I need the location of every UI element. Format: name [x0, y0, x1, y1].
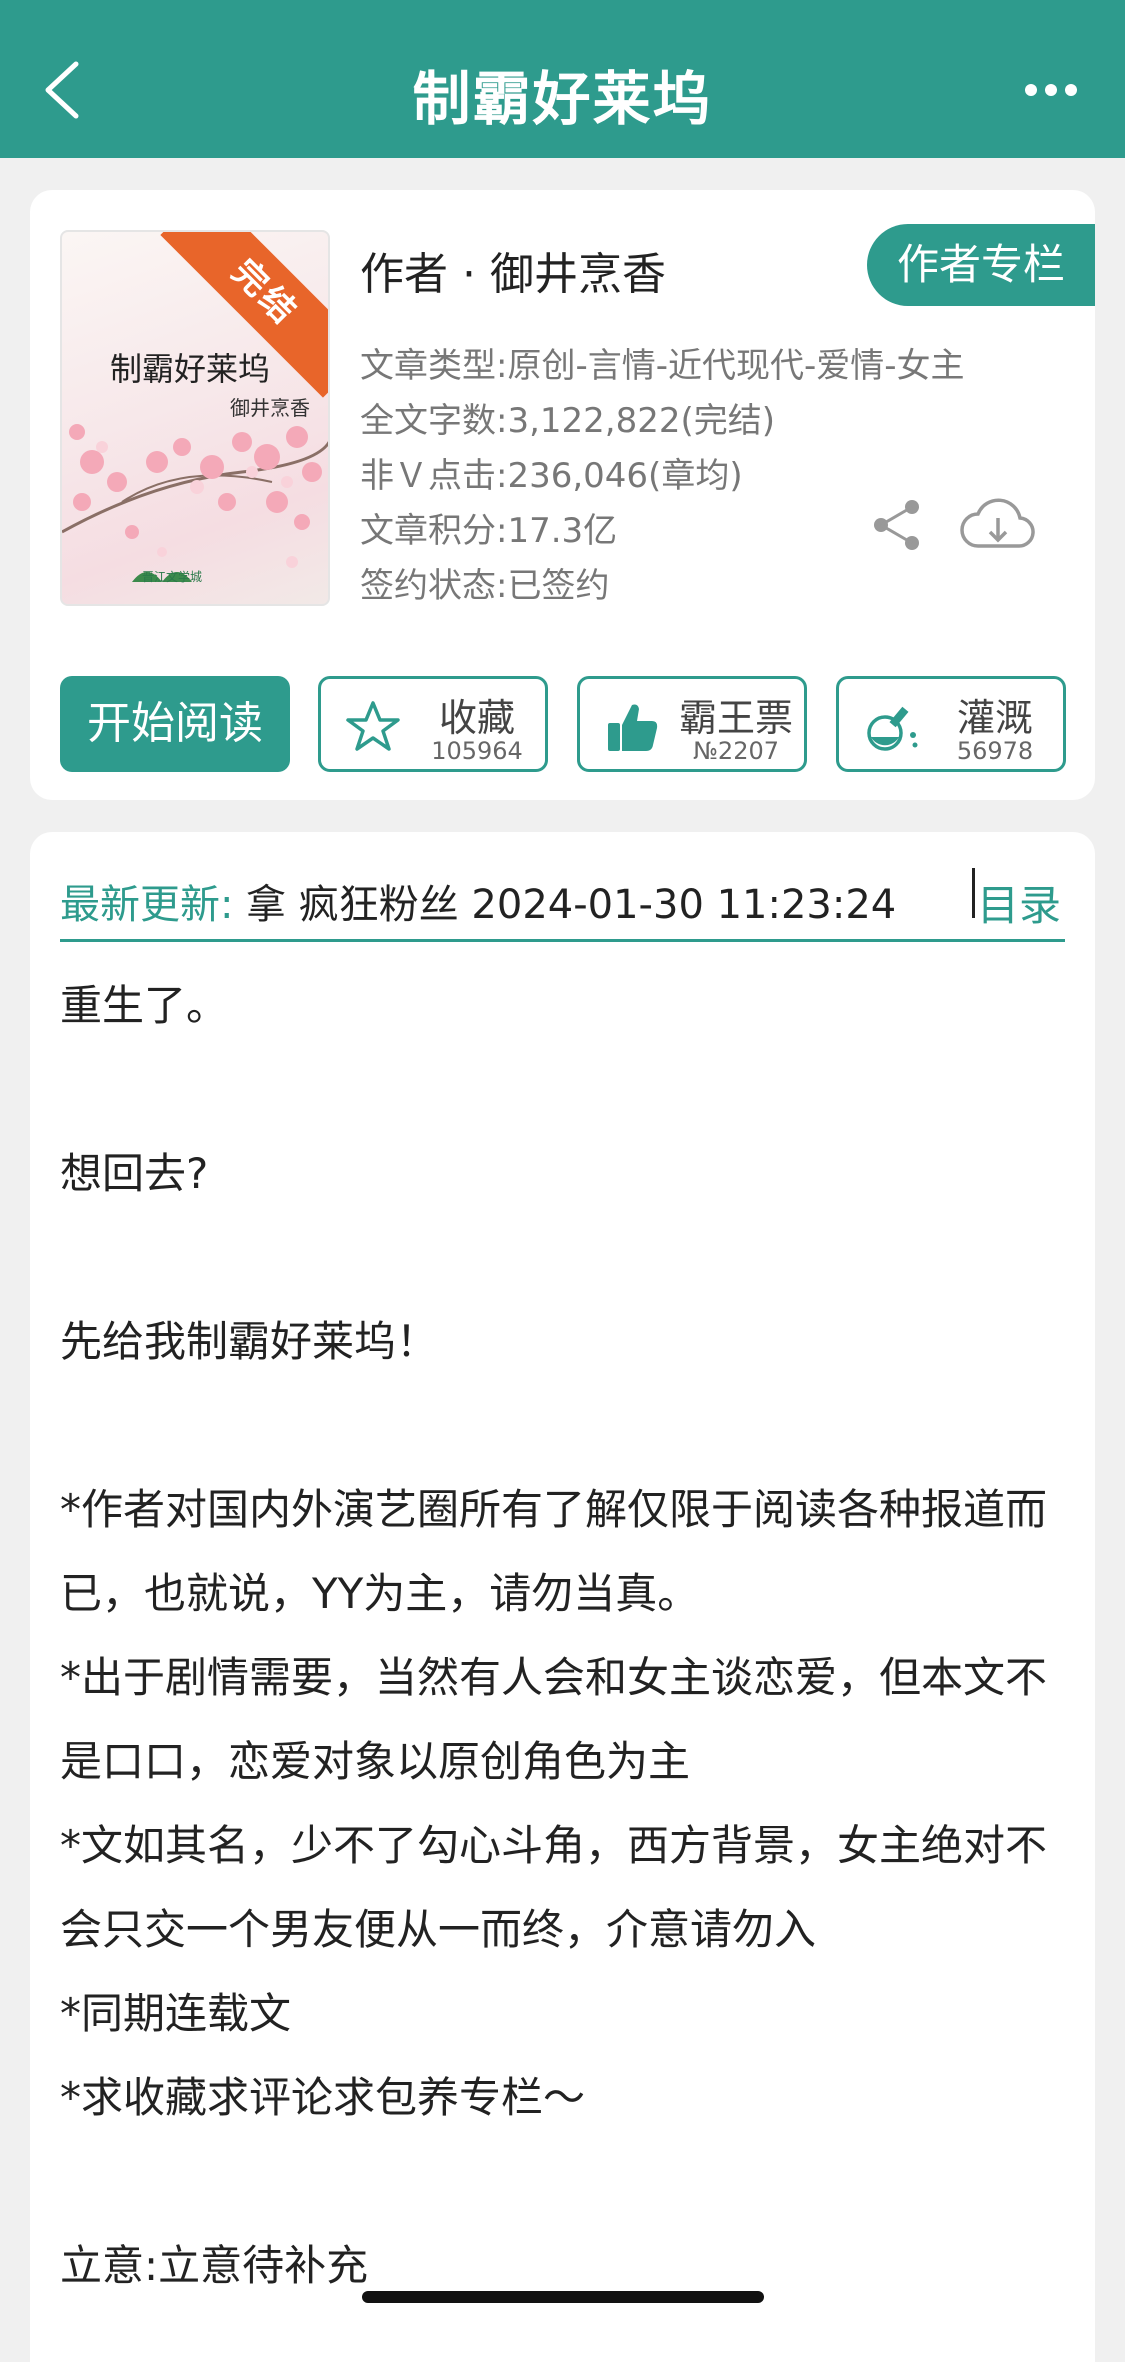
- cover-author: 御井烹香: [230, 396, 310, 420]
- synopsis-card: 最新更新: 拿 疯狂粉丝 2024-01-30 11:23:24 目录 重生了。…: [30, 832, 1095, 2362]
- meta-word-count: 全文字数:3,122,822(完结): [360, 401, 776, 441]
- synopsis-paragraph: 先给我制霸好莱坞！: [60, 1317, 439, 1366]
- latest-update-label: 最新更新:: [60, 882, 234, 928]
- favorite-label: 收藏: [438, 696, 515, 740]
- meta-article-type: 文章类型:原创-言情-近代现代-爱情-女主: [360, 346, 965, 386]
- synopsis-paragraph: [60, 1384, 1065, 1468]
- synopsis-paragraph: *文如其名，少不了勾心斗角，西方背景，女主绝对不会只交一个男友便从一而终，介意请…: [60, 1821, 1048, 1954]
- synopsis-paragraph: 想回去?: [60, 1149, 209, 1198]
- synopsis-paragraph: 重生了。: [60, 981, 229, 1030]
- synopsis-paragraph: [60, 1048, 1065, 1132]
- meta-score: 文章积分:17.3亿: [360, 511, 618, 551]
- synopsis-paragraph: *作者对国内外演艺圈所有了解仅限于阅读各种报道而已，也就说，YY为主，请勿当真。: [60, 1485, 1048, 1618]
- author-name[interactable]: 作者 · 御井烹香: [360, 238, 666, 302]
- synopsis-text: 重生了。 想回去? 先给我制霸好莱坞！ *作者对国内外演艺圈所有了解仅限于阅读各…: [60, 964, 1065, 2308]
- publisher-logo: 晋江文学城: [142, 570, 203, 584]
- start-reading-button[interactable]: 开始阅读: [60, 676, 290, 772]
- more-options-icon[interactable]: [1023, 80, 1079, 100]
- book-cover[interactable]: 完结 制霸好莱坞 御井烹香 晋江文学城: [60, 230, 330, 606]
- table-of-contents-link[interactable]: 目录: [977, 872, 1061, 933]
- favorite-count: 105964: [431, 737, 523, 765]
- synopsis-paragraph: [60, 1216, 1065, 1300]
- page-title: 制霸好莱坞: [412, 65, 713, 133]
- top-nav-bar: 制霸好莱坞: [0, 0, 1125, 158]
- latest-update-bar: 最新更新: 拿 疯狂粉丝 2024-01-30 11:23:24 目录: [60, 862, 1065, 942]
- author-column-button[interactable]: 作者专栏: [867, 224, 1095, 306]
- synopsis-paragraph: [60, 2140, 1065, 2224]
- book-info-card: 完结 制霸好莱坞 御井烹香 晋江文学城 作者 · 御井烹香 作者专栏 文章类型:…: [30, 190, 1095, 800]
- vote-button[interactable]: 霸王票 №2207: [577, 676, 807, 772]
- meta-clicks: 非Ｖ点击:236,046(章均): [360, 456, 743, 496]
- divider: [972, 868, 975, 918]
- action-button-row: 开始阅读 收藏 105964 霸王票 №2207 灌溉 56978: [60, 676, 1066, 772]
- irrigate-button[interactable]: 灌溉 56978: [836, 676, 1066, 772]
- latest-update-text[interactable]: 拿 疯狂粉丝 2024-01-30 11:23:24: [246, 872, 896, 930]
- star-icon: [346, 701, 400, 751]
- irrigate-label: 灌溉: [956, 696, 1033, 740]
- share-icon[interactable]: [872, 498, 922, 552]
- synopsis-paragraph: *同期连载文: [60, 1989, 292, 2038]
- synopsis-paragraph: *求收藏求评论求包养专栏～: [60, 2073, 586, 2122]
- irrigate-count: 56978: [956, 737, 1034, 765]
- vote-label: 霸王票: [678, 696, 793, 740]
- download-cloud-icon[interactable]: [960, 496, 1036, 556]
- cover-title: 制霸好莱坞: [110, 350, 271, 388]
- home-indicator[interactable]: [362, 2291, 764, 2303]
- synopsis-paragraph: *出于剧情需要，当然有人会和女主谈恋爱，但本文不是口口，恋爱对象以原创角色为主: [60, 1653, 1048, 1786]
- meta-sign-status: 签约状态:已签约: [360, 566, 610, 606]
- thumbs-up-icon: [608, 704, 658, 751]
- nutrient-bottle-icon: [867, 706, 918, 751]
- favorite-button[interactable]: 收藏 105964: [318, 676, 548, 772]
- vote-count: №2207: [692, 737, 780, 765]
